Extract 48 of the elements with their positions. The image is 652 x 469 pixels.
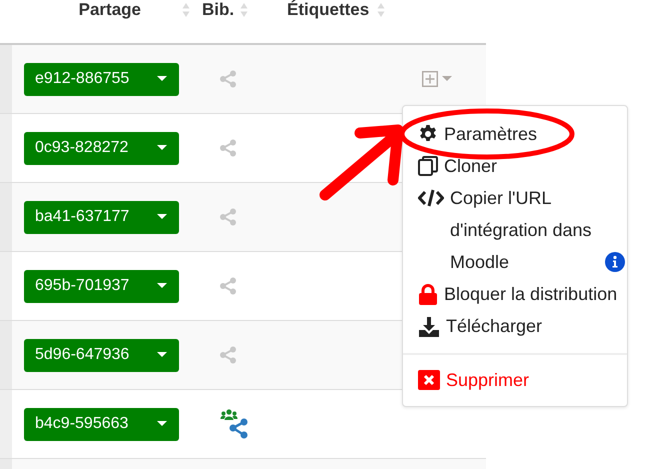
menu-label: Bloquer la distribution (444, 283, 618, 306)
column-header[interactable]: Bib. (202, 0, 234, 20)
menu-item[interactable]: Cloner (403, 150, 627, 182)
caret-icon (157, 421, 167, 427)
menu-label: Cloner (444, 155, 498, 178)
lock-icon (418, 284, 438, 306)
share-icon[interactable] (220, 277, 236, 295)
share-icon[interactable] (220, 139, 236, 157)
delete-icon (418, 370, 440, 390)
menu-label: Copier l'URL d'intégration dans Moodle (450, 187, 593, 274)
sort-icon[interactable] (377, 2, 386, 18)
table-cell (0, 45, 12, 113)
share-code-button[interactable]: 695b-701937 (24, 270, 179, 302)
gear-icon (418, 124, 438, 144)
share-icon[interactable] (220, 70, 236, 88)
caret-icon (157, 214, 167, 220)
copy-icon (418, 156, 438, 176)
menu-label: Télécharger (446, 315, 542, 338)
menu-item[interactable]: Bloquer la distribution (403, 278, 627, 310)
add-tag-icon[interactable] (422, 71, 438, 87)
caret-icon (157, 145, 167, 151)
share-code-button[interactable]: 0c93-828272 (24, 132, 179, 164)
menu-item[interactable]: Paramètres (403, 118, 627, 150)
table-cell (0, 183, 12, 251)
table-cell (0, 321, 12, 389)
caret-icon (157, 283, 167, 289)
column-header[interactable]: Partage (78, 0, 141, 20)
share-code-button[interactable]: 5d96-647936 (24, 338, 179, 372)
share-code-button[interactable]: ba41-637177 (24, 200, 179, 234)
menu-label: Supprimer (446, 369, 530, 392)
menu-item[interactable]: Télécharger (403, 310, 627, 342)
share-code-button[interactable]: b4c9-595663 (24, 408, 179, 440)
menu-label: Paramètres (444, 123, 538, 146)
shared-users-icon[interactable] (220, 409, 250, 439)
sort-icon[interactable] (240, 2, 248, 18)
share-code-button[interactable]: e912-886755 (24, 62, 179, 96)
info-icon[interactable] (605, 252, 625, 272)
download-icon (418, 316, 440, 338)
menu-item[interactable]: Copier l'URL d'intégration dans Moodle (403, 182, 627, 278)
caret-icon[interactable] (442, 76, 452, 82)
sort-icon[interactable] (182, 2, 190, 18)
caret-icon (157, 352, 167, 358)
code-icon (418, 188, 444, 208)
caret-icon (157, 76, 167, 82)
share-icon[interactable] (220, 208, 236, 226)
menu-item[interactable]: Supprimer (403, 364, 627, 396)
column-header[interactable]: Étiquettes (287, 0, 370, 20)
share-icon[interactable] (220, 346, 236, 364)
